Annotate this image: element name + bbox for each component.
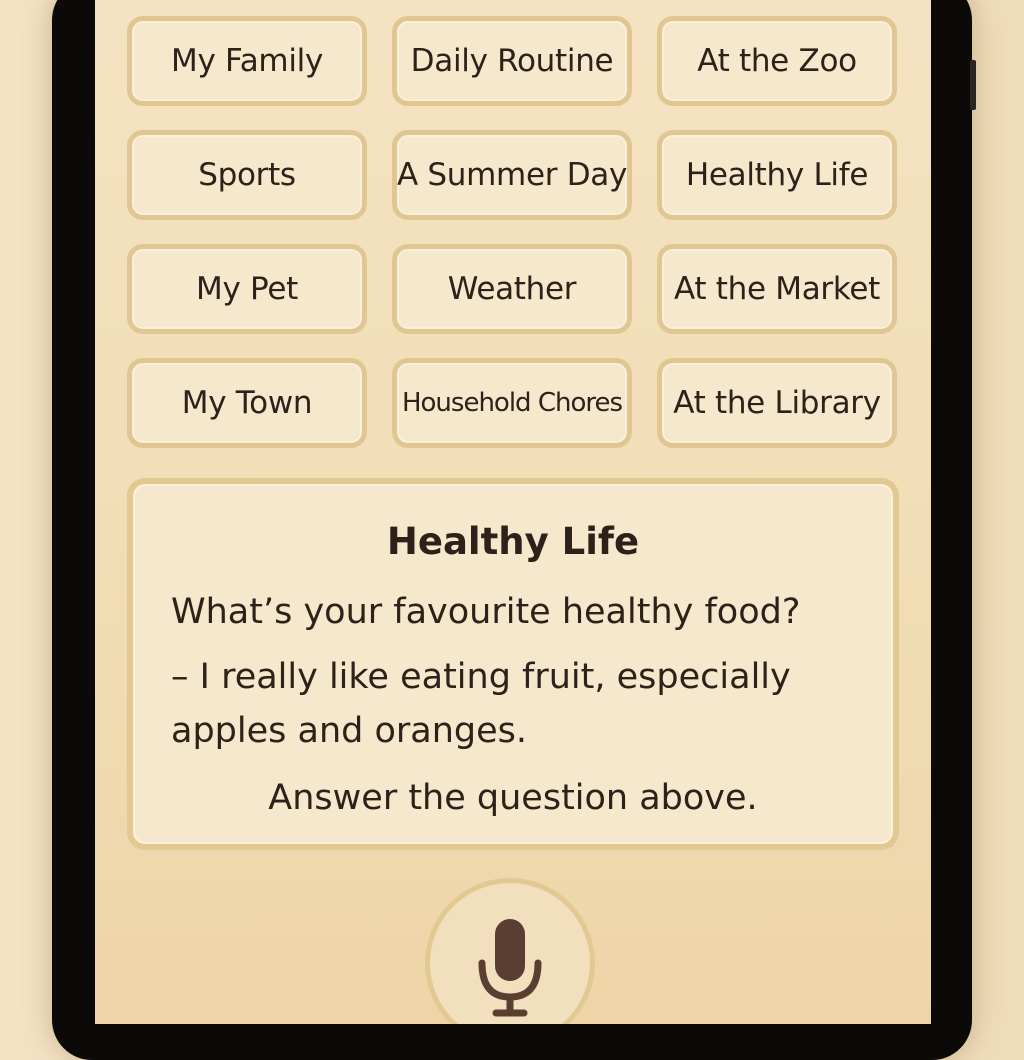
topic-healthy-life[interactable]: Healthy Life bbox=[657, 130, 897, 220]
question-card: Healthy Life What’s your favourite healt… bbox=[127, 478, 899, 850]
topic-at-the-market[interactable]: At the Market bbox=[657, 244, 897, 334]
card-title: Healthy Life bbox=[386, 520, 640, 563]
topic-my-pet[interactable]: My Pet bbox=[127, 244, 367, 334]
microphone-icon bbox=[477, 919, 543, 1023]
card-question: What’s your favourite healthy food? bbox=[171, 592, 801, 632]
app-screen: My Family Daily Routine At the Zoo Sport… bbox=[95, 0, 931, 1024]
card-sample-answer: – I really like eating fruit, especially… bbox=[171, 657, 791, 751]
topic-my-town[interactable]: My Town bbox=[127, 358, 367, 448]
card-instruction: Answer the question above. bbox=[268, 778, 758, 818]
topic-weather[interactable]: Weather bbox=[392, 244, 632, 334]
topic-at-the-zoo[interactable]: At the Zoo bbox=[657, 16, 897, 106]
record-button[interactable] bbox=[425, 878, 595, 1024]
phone-side-button bbox=[970, 60, 976, 110]
topic-my-family[interactable]: My Family bbox=[127, 16, 367, 106]
topic-daily-routine[interactable]: Daily Routine bbox=[392, 16, 632, 106]
topic-a-summer-day[interactable]: A Summer Day bbox=[392, 130, 632, 220]
topic-household-chores[interactable]: Household Chores bbox=[392, 358, 632, 448]
topic-sports[interactable]: Sports bbox=[127, 130, 367, 220]
topic-at-the-library[interactable]: At the Library bbox=[657, 358, 897, 448]
topic-grid: My Family Daily Routine At the Zoo Sport… bbox=[127, 16, 899, 448]
